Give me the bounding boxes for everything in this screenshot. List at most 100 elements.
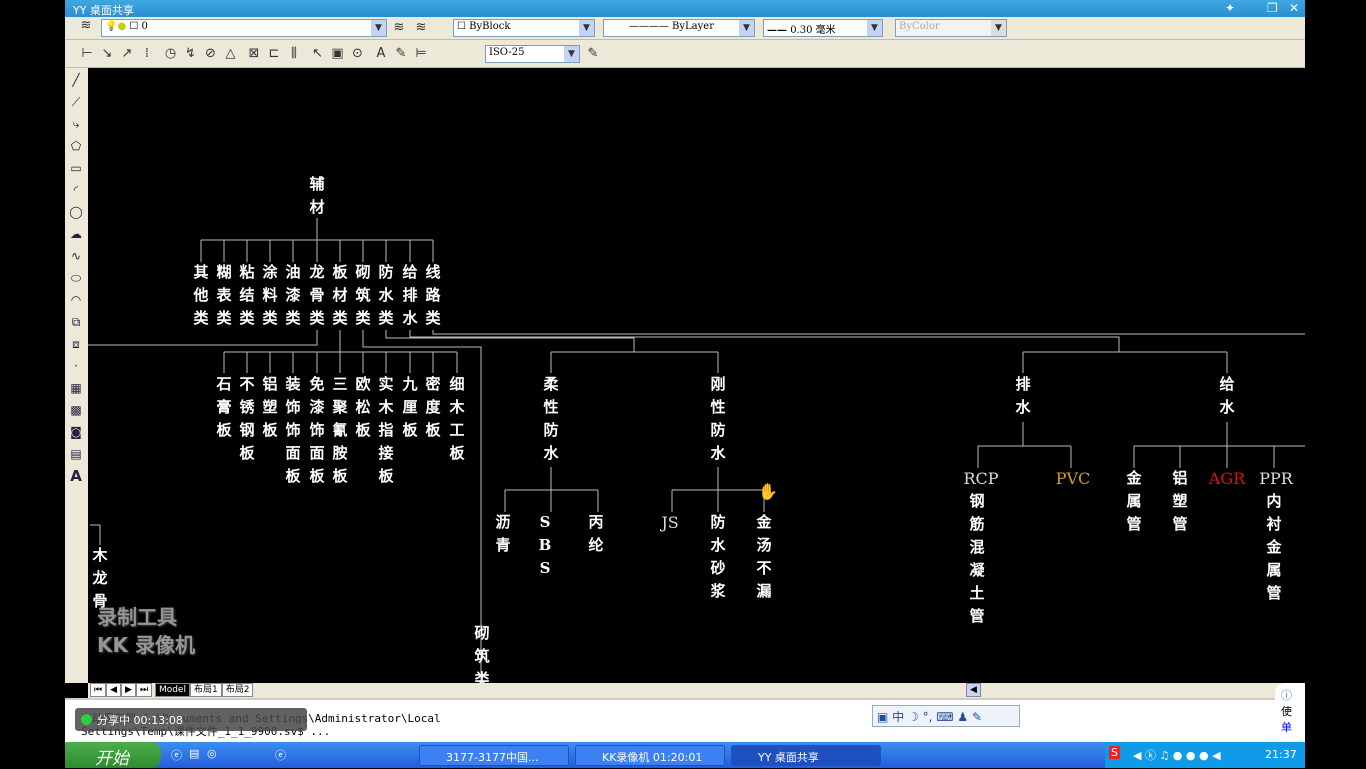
quick-dim-icon[interactable]: ⊠ (245, 45, 263, 63)
radius-dim-icon[interactable]: ◷ (162, 45, 180, 63)
layer-manager-icon[interactable]: ≋ (77, 17, 95, 35)
sbs-node: SBS (538, 513, 552, 577)
first-tab-icon[interactable]: ⏮ (90, 683, 107, 697)
chevron-down-icon[interactable]: ▼ (371, 20, 386, 36)
ie-quicklaunch-icon[interactable]: ⓔ (171, 747, 182, 763)
angular-dim-icon[interactable]: △ (222, 45, 240, 63)
wrench-icon[interactable]: ✎ (972, 710, 982, 724)
revcloud-icon[interactable]: ☁ (67, 225, 85, 244)
board-node: 免漆饰面板 (309, 375, 325, 485)
media-quicklaunch-icon[interactable]: ◎ (207, 747, 217, 760)
ellipse-icon[interactable]: ⬭ (67, 269, 85, 288)
side-widget-link[interactable]: 单 (1281, 719, 1305, 735)
linetype-select[interactable]: ———— ByLayer ▼ (603, 19, 755, 37)
table-icon[interactable]: ▤ (67, 445, 85, 464)
task-3177[interactable]: 3177-3177中国... (419, 745, 569, 766)
line-icon[interactable]: ╱ (67, 71, 85, 90)
task-kk-recorder[interactable]: KK录像机 01:20:01 (575, 745, 725, 766)
dim-update-icon[interactable]: ⊨ (412, 45, 430, 63)
lineweight-select[interactable]: —— 0.30 毫米 ▼ (763, 19, 883, 37)
spline-icon[interactable]: ∿ (67, 247, 85, 266)
arc-icon[interactable]: ◜ (67, 181, 85, 200)
connector-line (88, 330, 318, 346)
gradient-icon[interactable]: ▩ (67, 401, 85, 420)
tolerance-icon[interactable]: ▣ (329, 45, 347, 63)
chevron-down-icon[interactable]: ▼ (867, 20, 882, 36)
arc-dim-icon[interactable]: ↗ (118, 45, 136, 63)
make-block-icon[interactable]: ⧈ (67, 335, 85, 354)
chevron-down-icon[interactable]: ▼ (739, 20, 754, 36)
layer-select[interactable]: 💡● ☐ 0 ▼ (101, 19, 387, 37)
insert-block-icon[interactable]: ⧉ (67, 313, 85, 332)
leader-icon[interactable]: ↖ (309, 45, 327, 63)
dimstyle-select[interactable]: ISO-25 ▼ (485, 45, 580, 63)
board-node: 实木指接板 (378, 375, 394, 485)
ime-mode[interactable]: 中 (892, 710, 904, 724)
recorder-watermark: 录制工具 KK 录像机 (97, 603, 195, 659)
prev-tab-icon[interactable]: ◀ (106, 683, 122, 697)
task-yy[interactable]: YY 桌面共享 (731, 745, 881, 766)
category-node: 其他类 (193, 263, 209, 327)
taskbar: 开始 ⓔ ▤ ◎ ⓔ 3177-3177中国... KK录像机 01:20:01… (65, 742, 1305, 769)
layer-previous-icon[interactable]: ≋ (390, 19, 408, 37)
polyline-icon[interactable]: ⤷ (67, 115, 85, 134)
pvc-node: PVC (1055, 469, 1091, 488)
rectangle-icon[interactable]: ▭ (67, 159, 85, 178)
baseline-dim-icon[interactable]: ⊏ (265, 45, 283, 63)
polygon-icon[interactable]: ⬠ (67, 137, 85, 156)
punctuation-icon[interactable]: °, (923, 710, 933, 724)
share-time: 00:13:08 (133, 714, 183, 727)
hscroll-left-icon[interactable]: ◀ (966, 683, 981, 697)
layout-tabs: ⏮ ◀ ▶ ⏭ Model 布局1 布局2 ◀ (88, 683, 1305, 698)
center-mark-icon[interactable]: ⊙ (349, 45, 367, 63)
board-node: 密度板 (425, 375, 441, 439)
close-icon[interactable]: ✕ (1289, 1, 1299, 15)
construction-line-icon[interactable]: ⟋ (67, 93, 85, 112)
dim-edit-icon[interactable]: A (372, 45, 390, 63)
chevron-down-icon[interactable]: ▼ (579, 20, 594, 36)
side-widget[interactable]: ⓘ 使 单 (1275, 683, 1305, 742)
keyboard-icon[interactable]: ⌨ (936, 710, 953, 724)
connector-line (432, 330, 1305, 335)
pin-icon[interactable]: ✦ (1225, 1, 1235, 15)
dim-text-edit-icon[interactable]: ✎ (392, 45, 410, 63)
layer-value: 0 (141, 21, 148, 32)
next-tab-icon[interactable]: ▶ (121, 683, 136, 697)
jogged-dim-icon[interactable]: ↯ (182, 45, 200, 63)
rcp-desc: 钢筋混凝土管 (969, 492, 985, 625)
color-select[interactable]: ☐ ByBlock ▼ (453, 19, 595, 37)
diameter-dim-icon[interactable]: ⊘ (202, 45, 220, 63)
point-icon[interactable]: · (67, 357, 85, 376)
hatch-icon[interactable]: ▦ (67, 379, 85, 398)
chevron-down-icon[interactable]: ▼ (564, 46, 579, 62)
tray-icons[interactable]: ◀ ⓚ ♫ ● ● ● ◀ (1133, 747, 1221, 763)
circle-icon[interactable]: ◯ (67, 203, 85, 222)
start-button[interactable]: 开始 (65, 742, 161, 769)
board-node: 装饰饰面板 (285, 375, 301, 485)
mtext-icon[interactable]: A (67, 467, 85, 486)
desktop-quicklaunch-icon[interactable]: ▤ (189, 747, 199, 760)
drawing-canvas[interactable]: 辅材 其他类 糊表类 粘结类 涂料类 油漆类 龙骨类 板材类 砌筑类 防水类 给排水 线路类 石膏板 不锈… (88, 68, 1305, 683)
tab-layout2[interactable]: 布局2 (221, 683, 254, 697)
sogou-icon[interactable]: S (1109, 746, 1120, 759)
ime-logo-icon[interactable]: ▣ (877, 710, 888, 724)
dimstyle-manager-icon[interactable]: ✎ (584, 45, 602, 63)
rigid-waterproof-node: 刚性防水 (710, 375, 726, 462)
user-icon[interactable]: ♟ (957, 710, 968, 724)
ellipse-arc-icon[interactable]: ◠ (67, 291, 85, 310)
connector-line (409, 330, 1120, 352)
aligned-dim-icon[interactable]: ↘ (98, 45, 116, 63)
ordinate-dim-icon[interactable]: ⁞ (138, 45, 156, 63)
region-icon[interactable]: ◙ (67, 423, 85, 442)
last-tab-icon[interactable]: ⏭ (135, 683, 153, 697)
linear-dim-icon[interactable]: ⊢ (78, 45, 96, 63)
continue-dim-icon[interactable]: ⫼ (285, 45, 303, 63)
tab-model[interactable]: Model (154, 683, 190, 697)
tab-layout1[interactable]: 布局1 (189, 683, 222, 697)
ie-task-icon[interactable]: ⓔ (275, 747, 286, 763)
layer-match-icon[interactable]: ≋ (412, 19, 430, 37)
restore-icon[interactable]: ❐ (1267, 1, 1278, 15)
chevron-down-icon: ▼ (991, 20, 1006, 36)
moon-icon[interactable]: ☽ (908, 710, 919, 724)
board-node: 不锈钢板 (239, 375, 255, 462)
